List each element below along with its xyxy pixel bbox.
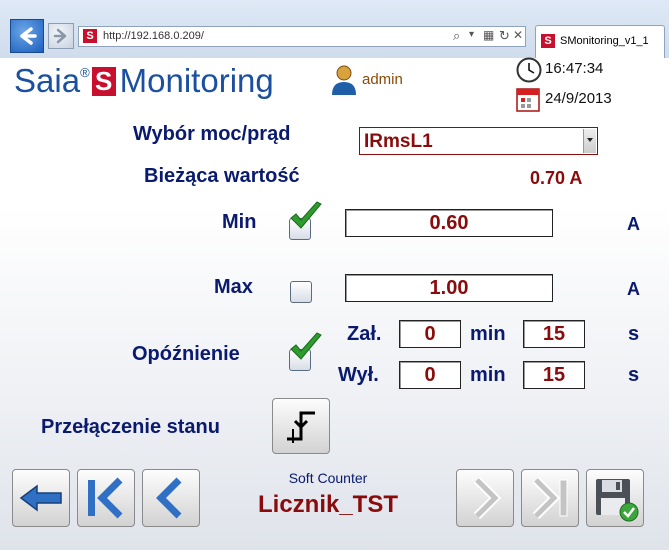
stop-icon[interactable]: ✕ [513,28,523,42]
user-name: admin [362,71,403,88]
counter-name: Licznik_TST [257,491,399,518]
calendar-date: 24/9/2013 [545,90,612,107]
calendar-icon [516,86,540,112]
site-favicon-icon: S [83,29,97,43]
back-nav-button[interactable] [12,469,70,527]
brand-registered: ® [80,65,90,80]
measure-select[interactable]: IRmsL1 [359,127,598,155]
save-button[interactable] [586,469,644,527]
brand-s-logo: S [91,67,116,96]
select-label: Wybór moc/prąd [133,123,291,145]
address-bar[interactable]: S http://192.168.0.209/ ⌕ ▾ ▦ ↻ ✕ [78,26,526,47]
delay-on-sec-unit: s [628,323,640,345]
address-url: http://192.168.0.209/ [103,30,204,42]
delay-off-sec-field[interactable]: 15 [523,361,585,389]
delay-off-label: Wył. [338,364,379,386]
min-label: Min [222,211,257,233]
tab-favicon-icon: S [541,34,555,48]
max-checkbox[interactable] [290,281,312,303]
skip-last-icon [532,476,568,520]
dropdown-icon[interactable]: ▾ [469,29,474,40]
browser-chrome: S http://192.168.0.209/ ⌕ ▾ ▦ ↻ ✕ S SMon… [0,0,669,59]
chevron-left-icon [156,477,182,519]
next-page-button[interactable] [456,469,514,527]
delay-on-label: Zał. [347,323,382,345]
delay-on-sec-field[interactable]: 15 [523,320,585,348]
delay-off-min-field[interactable]: 0 [399,361,461,389]
back-button[interactable] [10,19,44,53]
checkmark-icon [287,198,323,234]
arrow-left-icon [20,27,37,45]
brand-logo: Saia® S Monitoring [14,62,274,100]
forward-button[interactable] [48,23,74,49]
clock-time: 16:47:34 [545,60,604,77]
delay-off-min-unit: min [470,364,506,386]
current-value-label: Bieżąca wartość [144,165,300,187]
min-value-field[interactable]: 0.60 [345,209,553,237]
user-icon [331,64,357,96]
chevron-down-icon[interactable] [583,129,596,153]
brand-monitoring: Monitoring [119,62,274,99]
refresh-icon[interactable]: ↻ [499,28,510,44]
compat-view-icon[interactable]: ▦ [483,28,494,42]
toggle-state-button[interactable] [272,398,330,454]
max-value-field[interactable]: 1.00 [345,274,553,302]
clock-icon [516,57,542,83]
page-content: Saia® S Monitoring admin 16:47:34 24/9/201… [0,57,669,550]
counter-type: Soft Counter [288,470,368,486]
browser-tab[interactable]: S SMonitoring_v1_1 [535,25,665,58]
checkmark-icon [287,329,323,365]
max-label: Max [214,276,253,298]
skip-first-icon [88,477,123,519]
switch-label: Przełączenie stanu [41,416,220,438]
delay-off-sec-unit: s [628,364,640,386]
arrow-left-icon [19,484,62,512]
previous-page-button[interactable] [142,469,200,527]
delay-on-min-unit: min [470,323,506,345]
tab-title: SMonitoring_v1_1 [560,35,649,47]
arrow-right-icon [53,28,67,44]
switch-signal-icon [287,411,315,443]
min-unit: A [627,214,640,234]
max-unit: A [627,279,640,299]
delay-on-min-field[interactable]: 0 [399,320,461,348]
first-page-button[interactable] [77,469,135,527]
chevron-right-icon [473,476,502,520]
last-page-button[interactable] [521,469,579,527]
floppy-disk-icon [596,479,639,522]
delay-label: Opóźnienie [132,343,240,365]
measure-select-value: IRmsL1 [364,131,433,152]
search-icon[interactable]: ⌕ [453,28,460,44]
brand-saia: Saia [14,62,81,99]
current-value: 0.70 A [530,168,583,188]
